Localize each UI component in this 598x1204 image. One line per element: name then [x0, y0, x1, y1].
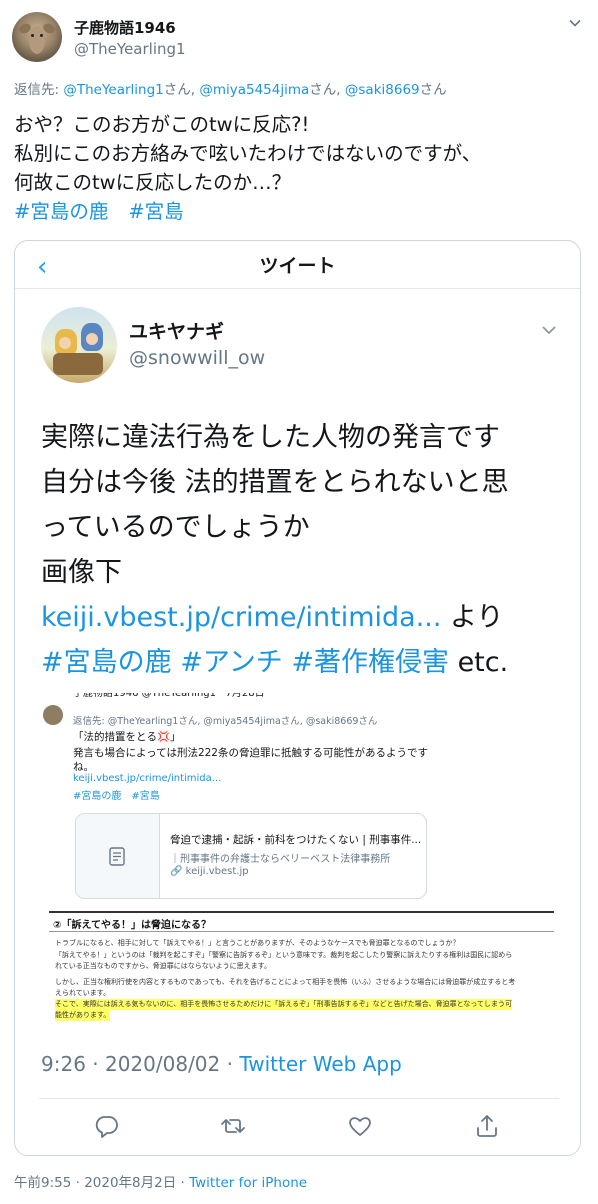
- inner-text: ね。: [73, 761, 94, 773]
- inner-text: 「法的措置をとる💢」: [73, 731, 181, 743]
- mention-link[interactable]: @miya5454jima: [199, 82, 309, 98]
- replying-to: 返信先: @TheYearling1さん, @miya5454jimaさん, @…: [14, 82, 447, 98]
- embedded-line: 実際に違法行為をした人物の発言です: [41, 422, 500, 453]
- display-name[interactable]: 子鹿物語1946: [74, 17, 176, 38]
- hashtags: #宮島の鹿 #宮島: [14, 197, 584, 226]
- card-thumbnail: [76, 814, 160, 898]
- retweet-icon: [221, 1119, 245, 1133]
- embedded-hashtag: #アンチ: [180, 647, 283, 678]
- article-paragraph: えられています。: [55, 989, 111, 997]
- chevron-down-icon: [542, 326, 556, 335]
- tweet-text: おや？このお方がこのtwに反応?! 私別にこのお方絡みで呟いたわけではないのです…: [14, 110, 584, 226]
- inner-avatar: [43, 705, 63, 725]
- card-title: 脅迫で逮捕・起訴・前科をつけたくない | 刑事事件...: [170, 834, 422, 846]
- embedded-line: 画像下: [41, 557, 122, 588]
- divider: [49, 931, 554, 932]
- embedded-display-name: ユキヤナギ: [129, 321, 225, 343]
- embedded-action-bar: [15, 1111, 580, 1145]
- embedded-timestamp: 9:26 · 2020/08/02 · Twitter Web App: [41, 1052, 402, 1076]
- inner-link: keiji.vbest.jp/crime/intimida...: [73, 773, 222, 784]
- tweet-timestamp: 午前9:55 · 2020年8月2日 · Twitter for iPhone: [14, 1175, 308, 1191]
- chevron-down-icon[interactable]: [568, 16, 582, 30]
- inner-replying-to: 返信先: @TheYearling1さん, @miya5454jimaさん, @…: [73, 716, 378, 727]
- mention-link[interactable]: @TheYearling1: [63, 82, 163, 98]
- inner-hashtags: #宮島の鹿 #宮島: [73, 791, 160, 802]
- hashtag-link[interactable]: #宮島: [128, 200, 183, 223]
- card-description: ｜刑事事件の弁護士ならベリーベスト法律事務所: [170, 854, 391, 865]
- embedded-line: 自分は今後 法的措置をとられないと思: [41, 467, 509, 498]
- highlighted-paragraph: 能性があります。: [55, 1010, 111, 1021]
- card-url: 🔗 keiji.vbest.jp: [170, 866, 249, 877]
- tweet-line: 何故このtwに反応したのか…？: [14, 171, 292, 194]
- tweet-source-link[interactable]: Twitter for iPhone: [189, 1175, 307, 1191]
- article-paragraph: トラブルになると、相手に対して「訴えてやる！」と言うことがありますが、そのような…: [55, 939, 460, 947]
- share-icon: [477, 1115, 497, 1137]
- embedded-link: keiji.vbest.jp/crime/intimida...: [41, 602, 442, 633]
- embedded-nav-title: ツイート: [259, 255, 336, 277]
- embedded-user-handle: @snowwill_ow: [129, 347, 266, 369]
- inner-text: 発言も場合によっては刑法222条の脅迫罪に抵触する可能性があるようです: [73, 747, 428, 759]
- embedded-hashtag: #宮島の鹿: [41, 647, 172, 678]
- tweet-header: 子鹿物語1946 @TheYearling1: [12, 12, 586, 64]
- embedded-link-line: keiji.vbest.jp/crime/intimida... より: [41, 602, 504, 633]
- hashtag-link[interactable]: #宮島の鹿: [14, 200, 108, 223]
- avatar[interactable]: [12, 12, 62, 62]
- divider: [39, 1098, 559, 1099]
- inner-cut-header: 子鹿物語1946 @TheYearling1 · 7月28日: [73, 693, 265, 699]
- attached-screenshot[interactable]: ‹ ツイート ユキヤナギ @snowwill_ow 実際に違法行為をした人物の発…: [14, 240, 581, 1156]
- highlighted-paragraph: そこで、実際には訴える気もないのに、相手を畏怖させるためだけに「訴えるぞ」「刑事…: [55, 999, 513, 1010]
- article-paragraph: しかし、正当な権利行使を内容とするものであっても、それを告げることによって相手を…: [55, 978, 516, 986]
- like-icon: [349, 1117, 371, 1136]
- article-paragraph: れている正当なものですから、脅迫罪にはならないように思えます。: [55, 962, 271, 970]
- embedded-nav-bar: ‹ ツイート: [15, 241, 580, 289]
- embedded-source: Twitter Web App: [239, 1052, 402, 1076]
- tweet: 子鹿物語1946 @TheYearling1 返信先: @TheYearling…: [0, 0, 598, 1204]
- article-heading: ②「訴えてやる！」は脅迫になる？: [53, 920, 211, 931]
- tweet-line: おや？このお方がこのtwに反応?!: [14, 113, 310, 136]
- inner-link-card: 脅迫で逮捕・起訴・前科をつけたくない | 刑事事件... ｜刑事事件の弁護士なら…: [75, 813, 427, 899]
- divider: [49, 911, 554, 913]
- tweet-line: 私別にこのお方絡みで呟いたわけではないのですが、: [14, 142, 482, 165]
- embedded-image: 子鹿物語1946 @TheYearling1 · 7月28日 返信先: @The…: [39, 693, 559, 1033]
- embedded-line: っているのでしょうか: [41, 512, 310, 543]
- document-icon: [109, 847, 125, 866]
- article-paragraph: 「訴えてやる！」というのは「裁判を起こすぞ」「警察に告訴するぞ」という意味です。…: [55, 951, 513, 959]
- embedded-hashtag: #著作権侵害: [291, 647, 449, 678]
- mention-link[interactable]: @saki8669: [345, 82, 420, 98]
- user-handle[interactable]: @TheYearling1: [74, 40, 186, 58]
- reply-icon: [95, 1116, 118, 1138]
- embedded-avatar: [41, 307, 117, 383]
- embedded-hashtag-line: #宮島の鹿 #アンチ #著作権侵害 etc.: [41, 647, 509, 678]
- embedded-tweet-text: 実際に違法行為をした人物の発言です 自分は今後 法的措置をとられないと思 ってい…: [41, 415, 571, 685]
